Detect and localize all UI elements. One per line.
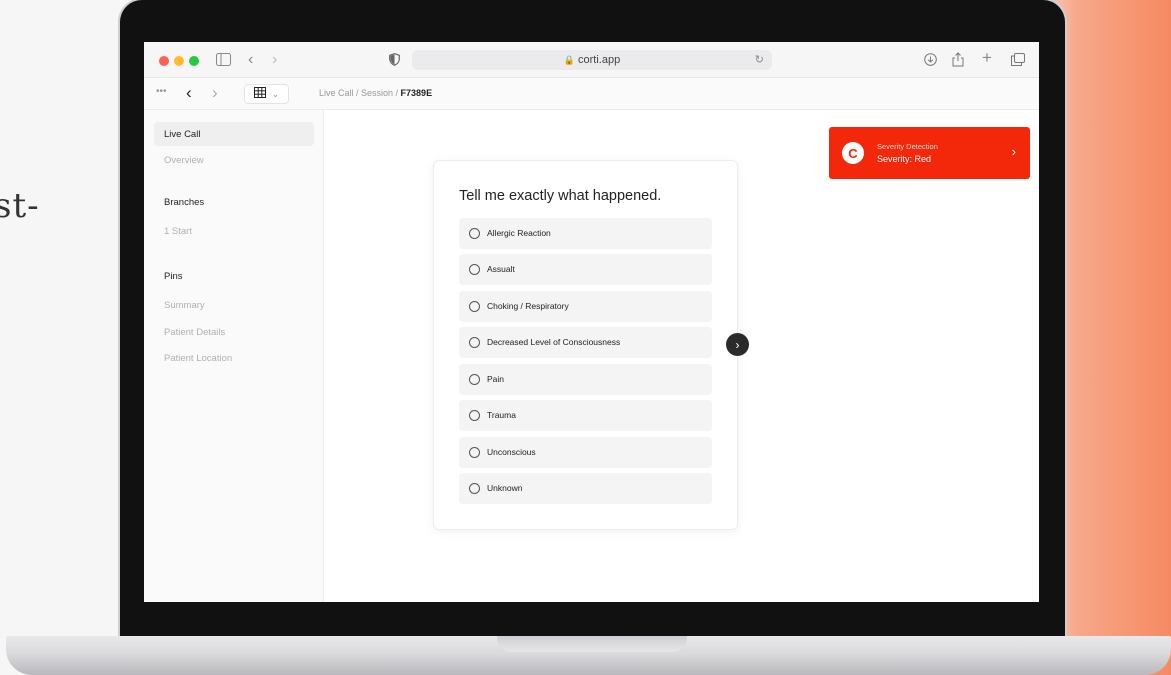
layout-dropdown[interactable]: ⌄ xyxy=(244,84,289,104)
breadcrumb-path[interactable]: Live Call / Session / xyxy=(319,88,401,98)
sidebar-icon[interactable] xyxy=(216,53,231,68)
url-text: corti.app xyxy=(578,54,621,66)
option-label: Allergic Reaction xyxy=(487,228,551,238)
option-decreased-consciousness[interactable]: Decreased Level of Consciousness xyxy=(459,327,712,358)
alert-label: Severity Detection xyxy=(877,142,938,151)
sidebar-item-start[interactable]: 1 Start xyxy=(164,226,192,237)
back-nav-icon[interactable]: ‹ xyxy=(186,83,192,103)
sidebar-heading-pins: Pins xyxy=(164,271,183,282)
background-text: st- xyxy=(0,186,40,226)
share-icon[interactable] xyxy=(952,52,964,69)
sidebar-item-live-call[interactable]: Live Call xyxy=(164,129,200,140)
radio-icon[interactable] xyxy=(469,374,480,385)
laptop-notch xyxy=(497,636,687,652)
option-label: Unconscious xyxy=(487,447,536,457)
reload-icon[interactable]: ↻ xyxy=(755,53,764,66)
download-icon[interactable] xyxy=(924,53,937,68)
radio-icon[interactable] xyxy=(469,301,480,312)
chevron-right-icon[interactable]: › xyxy=(1012,144,1016,159)
corti-logo-icon: C xyxy=(842,142,864,164)
severity-alert[interactable]: C Severity Detection Severity: Red › xyxy=(829,127,1030,179)
forward-icon[interactable]: › xyxy=(272,52,277,68)
question-card: Tell me exactly what happened. Allergic … xyxy=(433,160,738,530)
question-title: Tell me exactly what happened. xyxy=(459,188,662,204)
sidebar-item-overview[interactable]: Overview xyxy=(164,155,204,166)
option-label: Choking / Respiratory xyxy=(487,301,569,311)
sidebar-item-summary[interactable]: Summary xyxy=(164,300,205,311)
lock-icon: 🔒 xyxy=(563,54,575,65)
more-icon[interactable]: ••• xyxy=(156,86,167,97)
minimize-window-button[interactable] xyxy=(174,56,184,66)
option-label: Unknown xyxy=(487,483,523,493)
option-pain[interactable]: Pain xyxy=(459,364,712,395)
option-allergic-reaction[interactable]: Allergic Reaction xyxy=(459,218,712,249)
close-window-button[interactable] xyxy=(159,56,169,66)
option-label: Trauma xyxy=(487,410,516,420)
plus-icon[interactable]: + xyxy=(982,49,992,66)
radio-icon[interactable] xyxy=(469,264,480,275)
option-assault[interactable]: Assualt xyxy=(459,254,712,285)
alert-value: Severity: Red xyxy=(877,154,932,164)
breadcrumb-current: F7389E xyxy=(400,88,433,98)
radio-icon[interactable] xyxy=(469,483,480,494)
sidebar-heading-branches: Branches xyxy=(164,197,205,208)
chevron-down-icon: ⌄ xyxy=(271,88,280,99)
back-icon[interactable]: ‹ xyxy=(248,52,253,68)
shield-icon[interactable] xyxy=(389,53,400,68)
sidebar: Live Call Overview Branches 1 Start Pins… xyxy=(144,110,324,602)
option-trauma[interactable]: Trauma xyxy=(459,400,712,431)
browser-chrome: ‹ › 🔒 corti.app ↻ + xyxy=(144,42,1039,78)
app-toolbar: ••• ‹ › ⌄ Live Call / Session / F7389E xyxy=(144,78,1039,110)
option-choking-respiratory[interactable]: Choking / Respiratory xyxy=(459,291,712,322)
option-unknown[interactable]: Unknown xyxy=(459,473,712,504)
radio-icon[interactable] xyxy=(469,410,480,421)
grid-icon xyxy=(253,87,266,101)
sidebar-item-patient-details[interactable]: Patient Details xyxy=(164,327,225,338)
radio-icon[interactable] xyxy=(469,447,480,458)
chevron-right-icon: › xyxy=(735,337,740,352)
tabs-icon[interactable] xyxy=(1011,53,1025,68)
forward-nav-icon[interactable]: › xyxy=(212,83,218,103)
next-arrow-button[interactable]: › xyxy=(726,333,749,356)
address-bar[interactable]: 🔒 corti.app ↻ xyxy=(412,50,772,70)
radio-icon[interactable] xyxy=(469,228,480,239)
sidebar-item-patient-location[interactable]: Patient Location xyxy=(164,353,232,364)
option-unconscious[interactable]: Unconscious xyxy=(459,437,712,468)
option-label: Pain xyxy=(487,374,505,384)
option-label: Decreased Level of Consciousness xyxy=(487,337,621,347)
radio-icon[interactable] xyxy=(469,337,480,348)
option-label: Assualt xyxy=(487,264,515,274)
breadcrumb: Live Call / Session / F7389E xyxy=(319,88,432,98)
zoom-window-button[interactable] xyxy=(189,56,199,66)
browser-window: ‹ › 🔒 corti.app ↻ + ••• ‹ › ⌄ Live Call … xyxy=(144,42,1039,602)
